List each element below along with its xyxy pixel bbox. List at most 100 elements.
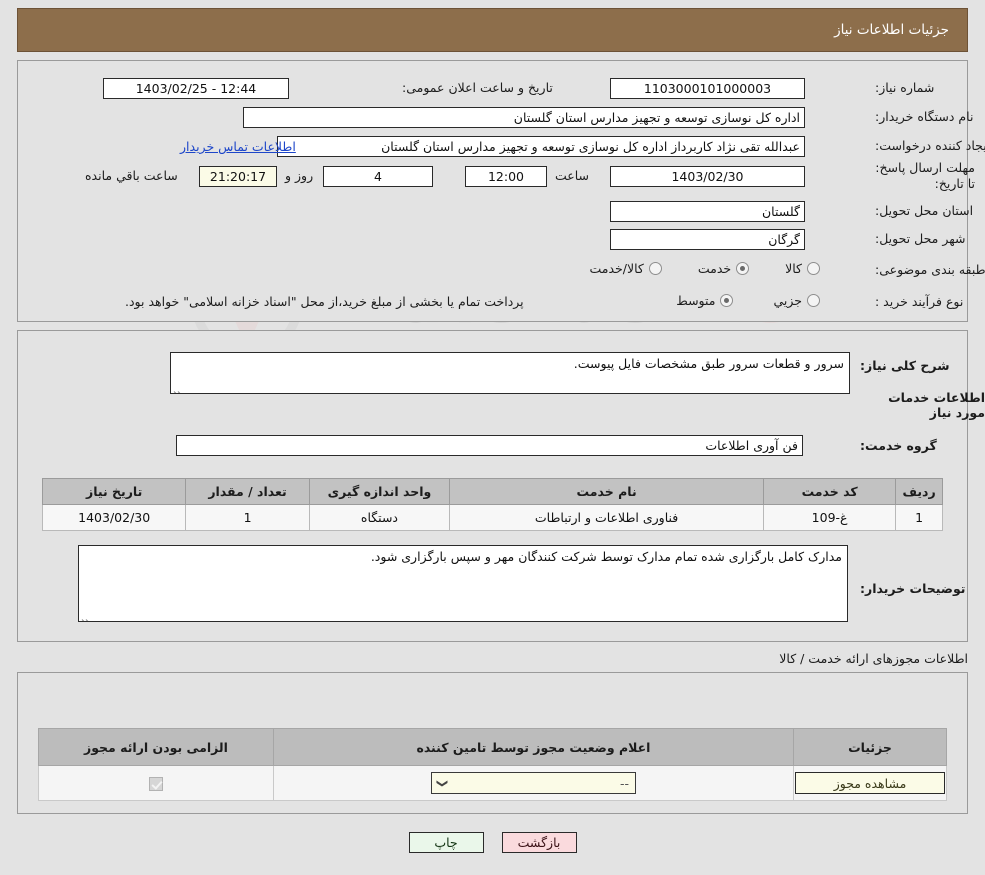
creator-value: عبدالله تقی نژاد کاربرداز اداره کل نوساز… — [277, 136, 805, 157]
buyer-contact-link[interactable]: اطلاعات تماس خریدار — [180, 139, 296, 154]
delivery-city-value: گرگان — [610, 229, 805, 250]
process-option-label: متوسط — [676, 293, 716, 308]
license-status-value: -- — [619, 775, 629, 791]
summary-text: سرور و قطعات سرور طبق مشخصات فایل پیوست. — [573, 356, 844, 371]
page-title: جزئیات اطلاعات نیاز — [834, 22, 949, 38]
category-option-label: خدمت — [697, 261, 732, 276]
cell-radif: 1 — [895, 504, 943, 531]
category-option-label: کالا — [785, 261, 802, 276]
need-number-label: شماره نیاز: — [875, 80, 935, 95]
th-service-name: نام خدمت — [449, 478, 765, 505]
category-option-label: کالا/خدمت — [589, 261, 644, 276]
radio-icon[interactable] — [807, 262, 820, 275]
chevron-down-icon: ❯ — [436, 778, 450, 788]
buyer-org-label: نام دستگاه خریدار: — [875, 109, 974, 124]
process-label-row: نوع فرآیند خرید : — [875, 294, 963, 309]
licenses-table: جزئیات اعلام وضعیت مجوز توسط تامین کننده… — [38, 728, 947, 801]
page-header: جزئیات اطلاعات نیاز — [17, 8, 968, 52]
license-required-checkbox — [148, 776, 163, 791]
subject-category-radio-group: کالا خدمت کالا/خدمت — [540, 261, 820, 276]
th-radif: ردیف — [895, 478, 943, 505]
summary-textarea[interactable]: سرور و قطعات سرور طبق مشخصات فایل پیوست. — [170, 352, 850, 394]
deadline-label: مهلت ارسال پاسخ: تا تاریخ: — [875, 160, 975, 191]
th-license-details: جزئیات — [793, 728, 947, 766]
th-service-code: کد خدمت — [763, 478, 897, 505]
print-button[interactable]: چاپ — [408, 832, 484, 853]
category-option-kala-khedmat[interactable]: کالا/خدمت — [589, 261, 662, 276]
table-row: 1 غ-109 فناوری اطلاعات و ارتباطات دستگاه… — [41, 504, 943, 531]
cell-quantity: 1 — [185, 504, 310, 531]
license-status-select[interactable]: ❯ -- — [430, 772, 636, 794]
service-group-label-row: گروه خدمت: — [860, 438, 937, 453]
buyer-org-value: اداره کل نوسازی توسعه و تجهیز مدارس استا… — [243, 107, 805, 128]
th-license-status: اعلام وضعیت مجوز توسط تامین کننده — [272, 728, 795, 766]
province-label-row: استان محل تحویل: — [875, 203, 973, 218]
radio-icon[interactable] — [720, 294, 734, 307]
remaining-days-label-row: روز و — [285, 168, 313, 183]
countdown-label: ساعت باقي مانده — [85, 168, 178, 183]
th-quantity: تعداد / مقدار — [185, 478, 310, 505]
th-unit: واحد اندازه گیری — [308, 478, 451, 505]
buyer-notes-textarea[interactable]: مدارک کامل بارگزاری شده تمام مدارک توسط … — [78, 545, 848, 622]
back-button[interactable]: بازگشت — [501, 832, 577, 853]
creator-label: ایجاد کننده درخواست: — [875, 138, 985, 153]
need-number-value: 1103000101000003 — [610, 78, 805, 99]
table-header-row: ردیف کد خدمت نام خدمت واحد اندازه گیری ت… — [41, 478, 943, 505]
deadline-time-label-row: ساعت — [555, 168, 589, 183]
summary-label: شرح کلی نیاز: — [860, 358, 950, 373]
buyer-notes-label-row: توضیحات خریدار: — [860, 581, 966, 596]
announce-datetime-value: 12:44 - 1403/02/25 — [103, 78, 289, 99]
purchase-process-radio-group: جزیي متوسط — [600, 293, 820, 308]
payment-note: پرداخت تمام یا بخشی از مبلغ خرید،از محل … — [125, 294, 524, 309]
licenses-row: مشاهده مجوز ❯ -- — [38, 765, 947, 801]
view-license-button[interactable]: مشاهده مجوز — [795, 772, 945, 794]
deadline-time-label: ساعت — [555, 168, 590, 183]
radio-icon[interactable] — [807, 294, 820, 307]
creator-label-row: ایجاد کننده درخواست: — [875, 138, 985, 153]
category-label-row: طبقه بندی موضوعی: — [875, 262, 985, 277]
buyer-notes-label: توضیحات خریدار: — [860, 581, 966, 596]
cell-license-status: ❯ -- — [272, 765, 795, 801]
services-table: ردیف کد خدمت نام خدمت واحد اندازه گیری ت… — [41, 478, 943, 531]
delivery-province-label: استان محل تحویل: — [875, 203, 974, 218]
th-license-required: الزامی بودن ارائه مجوز — [38, 728, 274, 766]
process-option-motavaset[interactable]: متوسط — [676, 293, 734, 308]
deadline-date-value: 1403/02/30 — [610, 166, 805, 187]
cell-license-details: مشاهده مجوز — [793, 765, 947, 801]
countdown-value: 21:20:17 — [199, 166, 277, 187]
countdown-label-row: ساعت باقي مانده — [85, 168, 178, 183]
buyer-org-label-row: نام دستگاه خریدار: — [875, 109, 973, 124]
th-need-date: تاریخ نیاز — [41, 478, 187, 505]
subject-category-label: طبقه بندی موضوعی: — [875, 262, 985, 277]
resize-grip-icon[interactable] — [81, 610, 91, 621]
remaining-days-value: 4 — [323, 166, 433, 187]
delivery-province-value: گلستان — [610, 201, 805, 222]
services-heading: اطلاعات خدمات مورد نیاز — [888, 390, 985, 420]
category-option-khedmat[interactable]: خدمت — [697, 261, 750, 276]
need-number-label-row: شماره نیاز: — [875, 80, 934, 95]
summary-label-row: شرح کلی نیاز: — [860, 358, 949, 373]
cell-unit: دستگاه — [308, 504, 451, 531]
radio-icon[interactable] — [736, 262, 750, 275]
deadline-label-row: مهلت ارسال پاسخ: تا تاریخ: — [875, 160, 975, 192]
deadline-time-value: 12:00 — [465, 166, 547, 187]
buyer-notes-text: مدارک کامل بارگزاری شده تمام مدارک توسط … — [370, 549, 842, 564]
announce-label-row: تاریخ و ساعت اعلان عمومی: — [402, 80, 553, 95]
purchase-process-label: نوع فرآیند خرید : — [875, 294, 964, 309]
category-option-kala[interactable]: کالا — [785, 261, 820, 276]
delivery-city-label: شهر محل تحویل: — [875, 231, 966, 246]
cell-license-required — [38, 765, 274, 801]
service-group-label: گروه خدمت: — [860, 438, 937, 453]
licenses-section-label: اطلاعات مجوزهای ارائه خدمت / کالا — [779, 651, 968, 666]
radio-icon[interactable] — [648, 262, 662, 275]
process-option-label: جزیي — [773, 293, 802, 308]
cell-need-date: 1403/02/30 — [41, 504, 187, 531]
licenses-header-row: جزئیات اعلام وضعیت مجوز توسط تامین کننده… — [38, 728, 947, 766]
resize-grip-icon[interactable] — [173, 382, 183, 393]
process-option-jozei[interactable]: جزیي — [773, 293, 820, 308]
cell-service-code: غ-109 — [763, 504, 897, 531]
remaining-days-label: روز و — [285, 168, 314, 183]
service-group-value: فن آوری اطلاعات — [176, 435, 803, 456]
need-info-panel — [17, 60, 968, 322]
cell-service-name: فناوری اطلاعات و ارتباطات — [449, 504, 765, 531]
